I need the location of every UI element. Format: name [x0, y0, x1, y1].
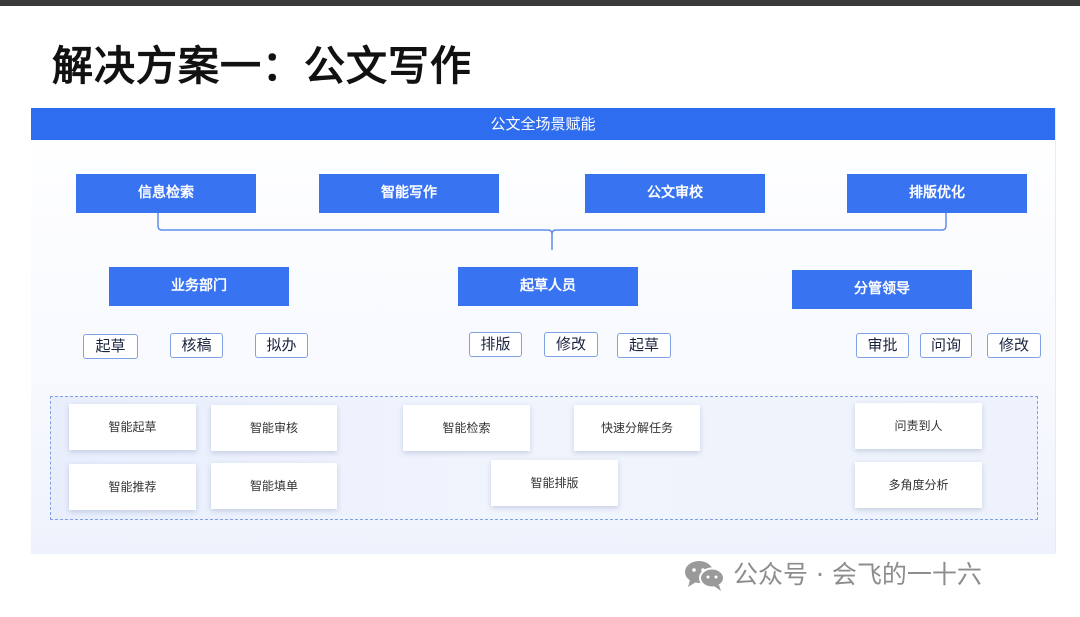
capability-info-retrieval: 信息检索: [76, 174, 256, 213]
tag-draft: 起草: [617, 333, 671, 358]
tag-approve: 审批: [856, 333, 909, 358]
tag-inquire: 问询: [920, 333, 972, 358]
tag-layout: 排版: [469, 332, 522, 357]
capability-document-review: 公文审校: [585, 174, 765, 213]
watermark-text: 公众号 · 会飞的一十六: [733, 560, 982, 589]
role-drafting-staff: 起草人员: [458, 267, 638, 306]
capability-smart-writing: 智能写作: [319, 174, 499, 213]
feature-card: 智能填单: [211, 463, 337, 509]
wechat-icon: [685, 561, 725, 591]
capability-layout-optimization: 排版优化: [847, 174, 1027, 213]
tag-draft: 起草: [83, 334, 138, 359]
tag-revise: 修改: [544, 332, 598, 357]
feature-card: 快速分解任务: [574, 405, 700, 451]
feature-card: 智能推荐: [69, 464, 196, 510]
tag-propose: 拟办: [255, 333, 308, 358]
feature-card: 智能审核: [211, 405, 337, 451]
feature-card: 问责到人: [855, 403, 982, 449]
tag-revise: 修改: [987, 333, 1041, 358]
feature-card: 智能排版: [491, 460, 618, 506]
feature-card: 多角度分析: [855, 462, 982, 508]
role-supervising-leader: 分管领导: [792, 270, 972, 309]
feature-card: 智能起草: [69, 404, 196, 450]
role-business-dept: 业务部门: [109, 267, 289, 306]
feature-card: 智能检索: [403, 405, 530, 451]
tag-check-draft: 核稿: [170, 333, 223, 358]
